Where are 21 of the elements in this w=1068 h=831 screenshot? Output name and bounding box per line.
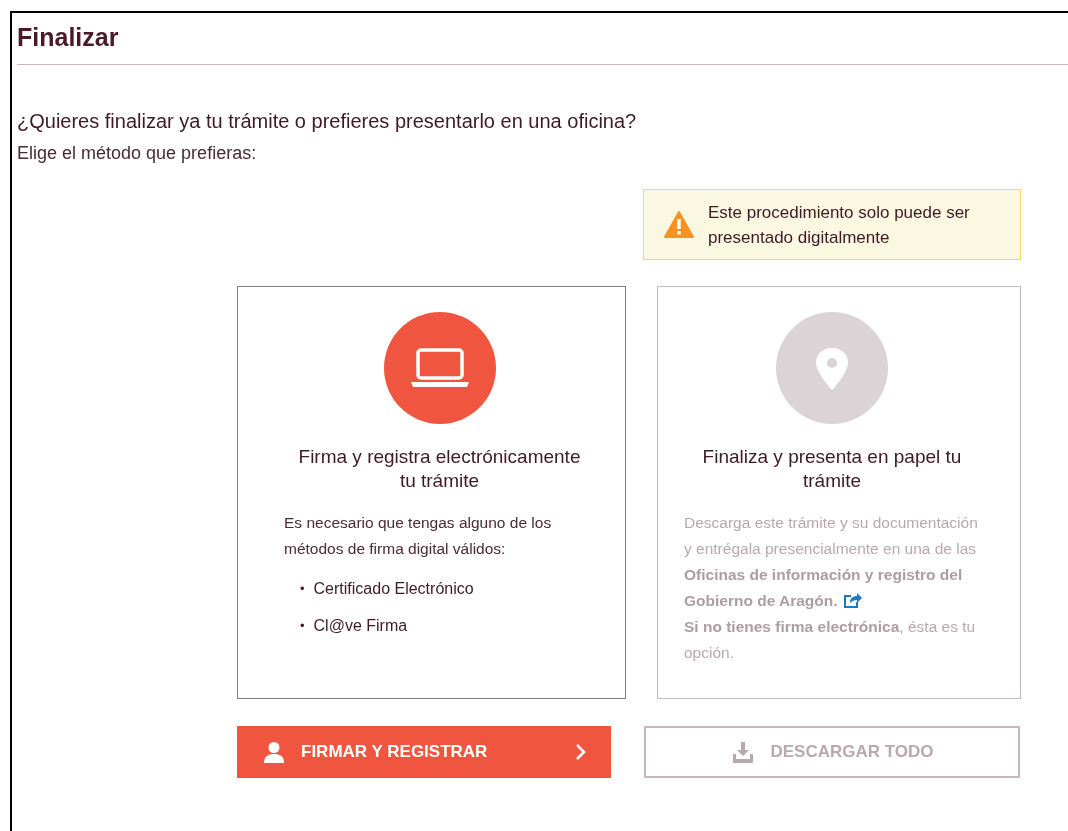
option-card[interactable]: Firma y registra electrónicamente tu trámite Es necesario que tengas alguno de los métodos de firma digital válidos: • Certificado Electrónico • Cl@ve Firma	[237, 286, 626, 699]
card-description: Descarga este trámite y su documentación y entrégala presencialmente en una de las Oficinas de información y registro del Gobierno de Aragón. Si no tienes firma electrónica, ésta es tu opción.	[684, 513, 979, 663]
person-icon	[263, 741, 285, 763]
sign-button[interactable]: FIRMAR Y REGISTRAR	[237, 726, 611, 778]
page-title: Finalizar	[17, 22, 119, 52]
card-title: Finaliza y presenta en papel tu trámite	[701, 445, 963, 493]
instruction-text: Elige el método que prefieras:	[17, 142, 257, 165]
laptop-icon	[383, 312, 496, 424]
card-description: Es necesario que tengas alguno de los métodos de firma digital válidos:	[284, 513, 553, 559]
question-text: ¿Quieres finalizar ya tu trámite o prefieres presentarlo en una oficina?	[17, 109, 637, 134]
map-pin-icon	[776, 312, 888, 424]
bullet: •	[300, 617, 305, 635]
download-icon	[732, 741, 755, 763]
chevron-right-icon	[575, 743, 587, 761]
list-item: Cl@ve Firma	[313, 616, 408, 636]
warning-icon	[664, 211, 694, 238]
card-title: Firma y registra electrónicamente tu trámite	[297, 445, 582, 493]
external-link-icon	[841, 591, 862, 609]
bullet: •	[300, 580, 305, 598]
list-item: Certificado Electrónico	[313, 579, 474, 599]
notice-text: Este procedimiento solo puede ser presentado digitalmente	[708, 201, 971, 249]
